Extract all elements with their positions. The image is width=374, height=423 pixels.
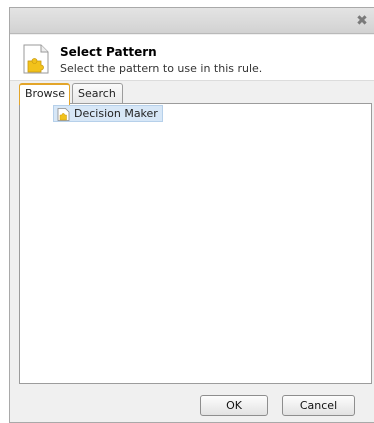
browse-panel: Decision Maker xyxy=(19,103,372,384)
ok-button[interactable]: OK xyxy=(200,395,268,416)
title-bar: ✖ xyxy=(10,8,374,34)
select-pattern-dialog: ✖ Select Pattern Select the pattern to u… xyxy=(9,7,374,423)
close-icon[interactable]: ✖ xyxy=(355,14,369,28)
pattern-puzzle-icon xyxy=(23,44,49,74)
tree-item-decision-maker[interactable]: Decision Maker xyxy=(53,105,163,122)
dialog-subtitle: Select the pattern to use in this rule. xyxy=(60,62,263,75)
background-strip xyxy=(0,7,9,423)
dialog-title: Select Pattern xyxy=(60,45,157,59)
tab-browse[interactable]: Browse xyxy=(19,83,70,105)
tab-search[interactable]: Search xyxy=(72,83,123,103)
cancel-button[interactable]: Cancel xyxy=(282,395,355,416)
pattern-icon xyxy=(57,108,70,121)
tree-item-label: Decision Maker xyxy=(74,107,158,120)
dialog-header: Select Pattern Select the pattern to use… xyxy=(10,35,374,81)
